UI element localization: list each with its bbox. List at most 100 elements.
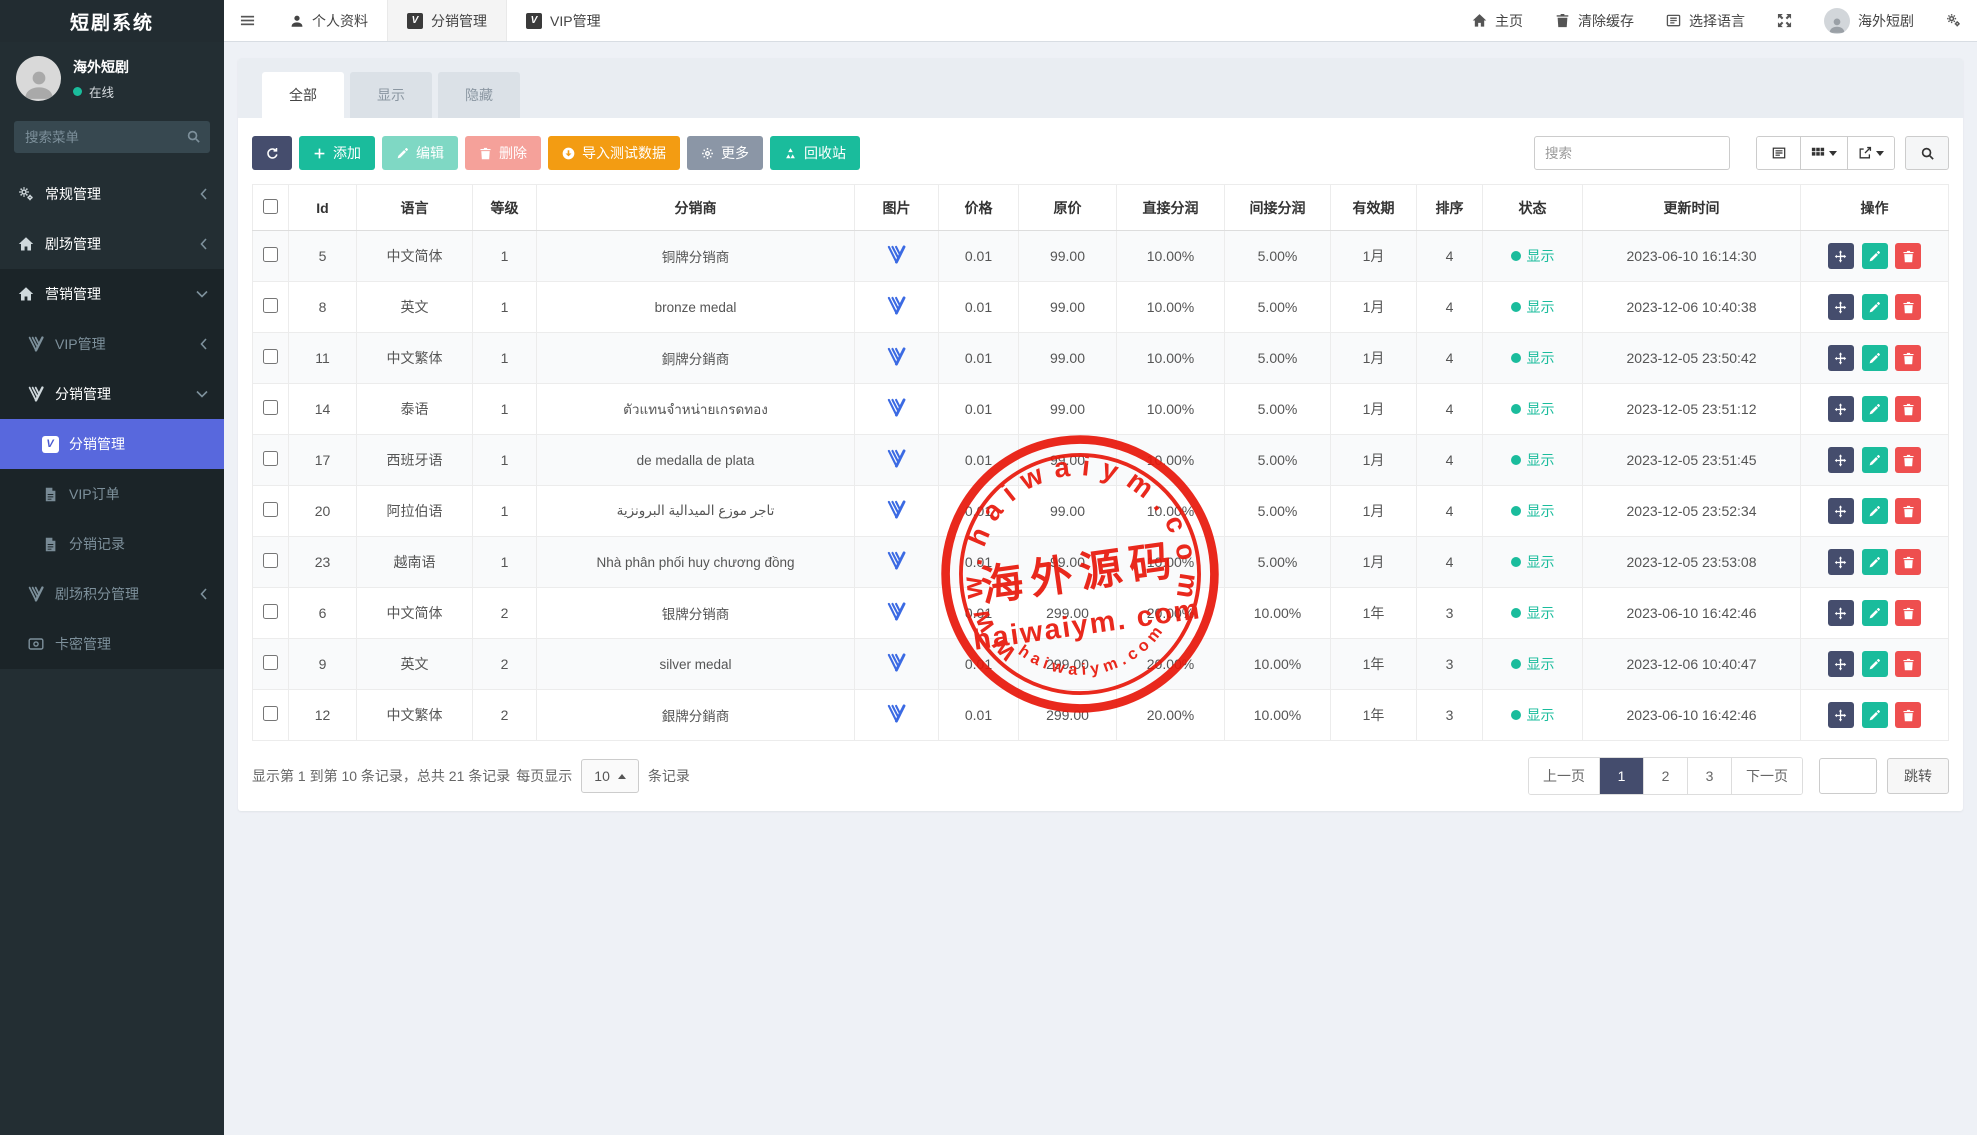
delete-button[interactable]: 删除	[465, 136, 541, 170]
recycle-bin-button[interactable]: 回收站	[770, 136, 860, 170]
move-row-button[interactable]	[1828, 447, 1854, 473]
sidebar-item-theater-points[interactable]: 剧场积分管理	[0, 569, 224, 619]
detail-view-button[interactable]	[1757, 137, 1801, 169]
sidebar-search-input[interactable]	[14, 121, 210, 153]
user-menu[interactable]: 海外短剧	[1808, 0, 1930, 41]
status-badge[interactable]: 显示	[1511, 603, 1555, 623]
search-button[interactable]	[1905, 136, 1949, 170]
delete-row-button[interactable]	[1895, 549, 1921, 575]
row-checkbox[interactable]	[263, 604, 278, 619]
select-all-checkbox[interactable]	[263, 199, 278, 214]
move-row-button[interactable]	[1828, 243, 1854, 269]
next-page-button[interactable]: 下一页	[1732, 758, 1802, 794]
edit-row-button[interactable]	[1862, 447, 1888, 473]
move-row-button[interactable]	[1828, 600, 1854, 626]
delete-row-button[interactable]	[1895, 498, 1921, 524]
row-checkbox[interactable]	[263, 451, 278, 466]
tab-vip-manage[interactable]: V VIP管理	[507, 0, 620, 41]
row-checkbox[interactable]	[263, 502, 278, 517]
edit-row-button[interactable]	[1862, 651, 1888, 677]
delete-row-button[interactable]	[1895, 600, 1921, 626]
sidebar-item-vip-orders[interactable]: VIP订单	[0, 469, 224, 519]
move-row-button[interactable]	[1828, 396, 1854, 422]
home-button[interactable]: 主页	[1456, 0, 1539, 41]
tab-profile[interactable]: 个人资料	[271, 0, 387, 41]
sidebar-item-general[interactable]: 常规管理	[0, 169, 224, 219]
row-checkbox[interactable]	[263, 553, 278, 568]
edit-row-button[interactable]	[1862, 702, 1888, 728]
page-3-button[interactable]: 3	[1688, 758, 1732, 794]
status-badge[interactable]: 显示	[1511, 399, 1555, 419]
prev-page-button[interactable]: 上一页	[1529, 758, 1600, 794]
delete-row-button[interactable]	[1895, 345, 1921, 371]
row-checkbox[interactable]	[263, 706, 278, 721]
row-checkbox[interactable]	[263, 400, 278, 415]
distributor-image[interactable]	[886, 704, 907, 723]
distributor-image[interactable]	[886, 347, 907, 366]
sidebar-item-marketing[interactable]: 营销管理	[0, 269, 224, 319]
edit-row-button[interactable]	[1862, 294, 1888, 320]
delete-row-button[interactable]	[1895, 396, 1921, 422]
row-checkbox[interactable]	[263, 655, 278, 670]
jump-page-input[interactable]	[1819, 758, 1877, 794]
row-checkbox[interactable]	[263, 247, 278, 262]
columns-button[interactable]	[1801, 137, 1848, 169]
delete-row-button[interactable]	[1895, 651, 1921, 677]
move-row-button[interactable]	[1828, 702, 1854, 728]
select-language-button[interactable]: 选择语言	[1650, 0, 1761, 41]
distributor-image[interactable]	[886, 500, 907, 519]
row-checkbox[interactable]	[263, 349, 278, 364]
edit-row-button[interactable]	[1862, 396, 1888, 422]
status-badge[interactable]: 显示	[1511, 501, 1555, 521]
move-row-button[interactable]	[1828, 549, 1854, 575]
refresh-button[interactable]	[252, 136, 292, 170]
edit-row-button[interactable]	[1862, 600, 1888, 626]
edit-row-button[interactable]	[1862, 345, 1888, 371]
status-badge[interactable]: 显示	[1511, 297, 1555, 317]
jump-button[interactable]: 跳转	[1887, 758, 1949, 794]
sidebar-item-theater[interactable]: 剧场管理	[0, 219, 224, 269]
status-badge[interactable]: 显示	[1511, 246, 1555, 266]
status-badge[interactable]: 显示	[1511, 348, 1555, 368]
sidebar-item-card-keys[interactable]: 卡密管理	[0, 619, 224, 669]
export-button[interactable]	[1848, 137, 1894, 169]
tab-distribution-manage[interactable]: V 分销管理	[387, 0, 507, 41]
import-test-data-button[interactable]: 导入测试数据	[548, 136, 680, 170]
edit-button[interactable]: 编辑	[382, 136, 458, 170]
move-row-button[interactable]	[1828, 498, 1854, 524]
table-search-input[interactable]	[1534, 136, 1730, 170]
sidebar-item-distribution-records[interactable]: 分销记录	[0, 519, 224, 569]
distributor-image[interactable]	[886, 398, 907, 417]
row-checkbox[interactable]	[263, 298, 278, 313]
sidebar-item-distribution-manage-active[interactable]: V 分销管理	[0, 419, 224, 469]
view-tab-hidden[interactable]: 隐藏	[438, 72, 520, 118]
more-button[interactable]: 更多	[687, 136, 763, 170]
distributor-image[interactable]	[886, 653, 907, 672]
distributor-image[interactable]	[886, 245, 907, 264]
view-tab-shown[interactable]: 显示	[350, 72, 432, 118]
move-row-button[interactable]	[1828, 651, 1854, 677]
edit-row-button[interactable]	[1862, 549, 1888, 575]
distributor-image[interactable]	[886, 449, 907, 468]
status-badge[interactable]: 显示	[1511, 552, 1555, 572]
delete-row-button[interactable]	[1895, 243, 1921, 269]
edit-row-button[interactable]	[1862, 243, 1888, 269]
page-2-button[interactable]: 2	[1644, 758, 1688, 794]
page-size-select[interactable]: 10	[581, 759, 639, 793]
settings-button[interactable]	[1930, 0, 1977, 41]
sidebar-item-distribution-manage[interactable]: 分销管理	[0, 369, 224, 419]
distributor-image[interactable]	[886, 551, 907, 570]
sidebar-item-vip-manage[interactable]: VIP管理	[0, 319, 224, 369]
fullscreen-button[interactable]	[1761, 0, 1808, 41]
view-tab-all[interactable]: 全部	[262, 72, 344, 118]
edit-row-button[interactable]	[1862, 498, 1888, 524]
page-1-button[interactable]: 1	[1600, 758, 1644, 794]
delete-row-button[interactable]	[1895, 702, 1921, 728]
delete-row-button[interactable]	[1895, 447, 1921, 473]
search-icon[interactable]	[186, 129, 201, 144]
status-badge[interactable]: 显示	[1511, 654, 1555, 674]
distributor-image[interactable]	[886, 296, 907, 315]
distributor-image[interactable]	[886, 602, 907, 621]
status-badge[interactable]: 显示	[1511, 450, 1555, 470]
delete-row-button[interactable]	[1895, 294, 1921, 320]
